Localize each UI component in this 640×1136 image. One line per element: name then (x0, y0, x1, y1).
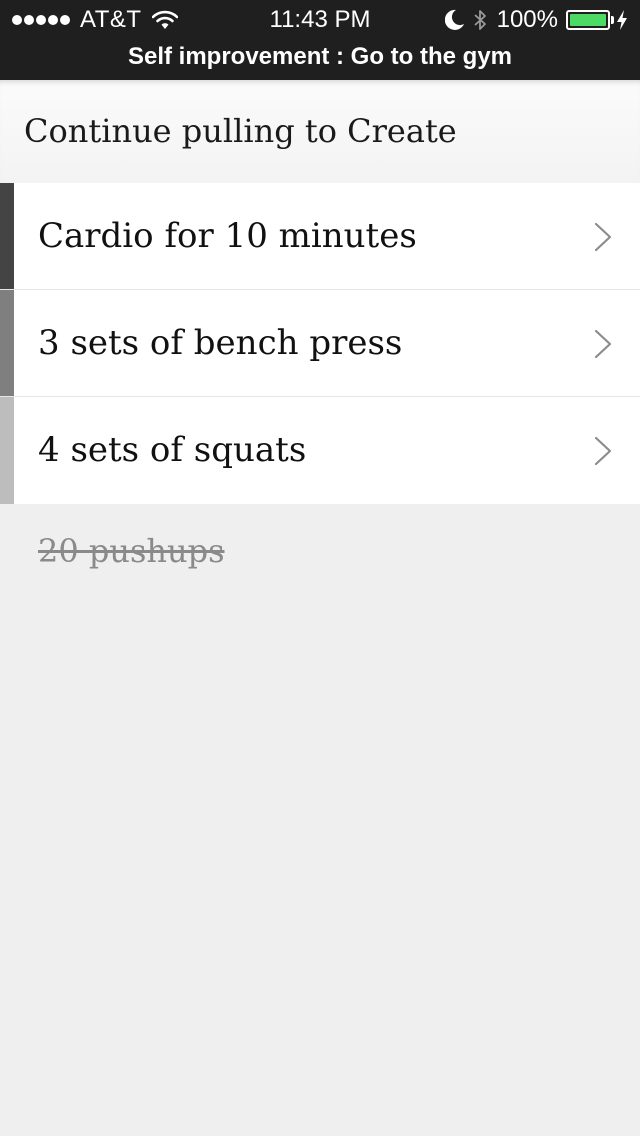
task-label: Cardio for 10 minutes (38, 216, 417, 256)
task-row[interactable]: Cardio for 10 minutes (0, 183, 640, 290)
chevron-right-icon (594, 222, 612, 252)
pull-to-create-text: Continue pulling to Create (24, 112, 457, 150)
task-list: Cardio for 10 minutes 3 sets of bench pr… (0, 183, 640, 504)
bluetooth-icon (474, 10, 486, 30)
status-bar: AT&T 11:43 PM 100% (0, 0, 640, 40)
moon-icon (444, 9, 464, 30)
completed-task-item[interactable]: 20 pushups (38, 532, 225, 570)
battery-icon (566, 10, 614, 30)
chevron-right-icon (594, 436, 612, 466)
task-color-stripe (0, 290, 14, 396)
task-row[interactable]: 3 sets of bench press (0, 290, 640, 397)
status-right: 100% (444, 6, 628, 34)
nav-bar: Self improvement : Go to the gym (0, 40, 640, 80)
task-label: 4 sets of squats (38, 430, 307, 470)
pull-to-create-banner: Continue pulling to Create (0, 80, 640, 183)
chevron-right-icon (594, 329, 612, 359)
task-row[interactable]: 4 sets of squats (0, 397, 640, 504)
charging-bolt-icon (617, 10, 627, 30)
task-color-stripe (0, 397, 14, 504)
task-color-stripe (0, 183, 14, 289)
battery-fill (570, 14, 606, 26)
task-label: 3 sets of bench press (38, 323, 403, 363)
battery-percent: 100% (496, 6, 558, 33)
nav-title: Self improvement : Go to the gym (127, 43, 513, 70)
